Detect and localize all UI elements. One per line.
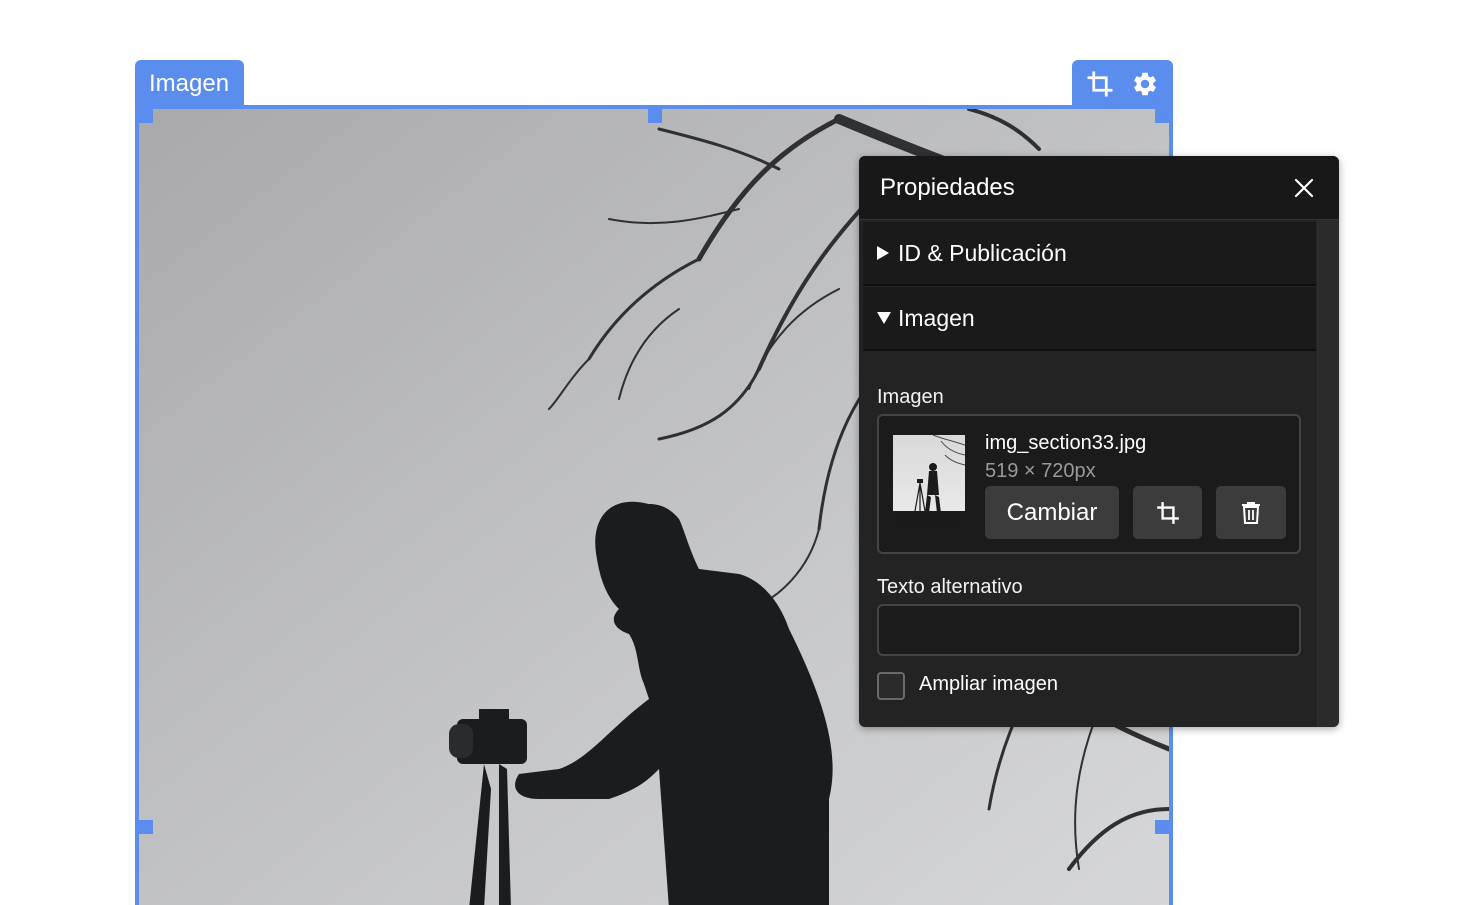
- delete-image-button[interactable]: [1216, 486, 1286, 539]
- block-settings-button[interactable]: [1127, 66, 1163, 102]
- panel-scrollbar[interactable]: [1317, 220, 1339, 727]
- crop-icon: [1087, 71, 1113, 97]
- caret-right-icon: [876, 245, 898, 261]
- image-file-box: img_section33.jpg 519 × 720px Cambiar: [877, 414, 1301, 554]
- block-crop-button[interactable]: [1082, 66, 1118, 102]
- trash-icon: [1242, 501, 1260, 524]
- change-image-label: Cambiar: [1006, 498, 1098, 526]
- section-imagen[interactable]: Imagen: [863, 287, 1316, 351]
- section-label: Imagen: [898, 304, 975, 331]
- change-image-button[interactable]: Cambiar: [985, 486, 1119, 539]
- caret-down-icon: [876, 311, 898, 325]
- close-button[interactable]: [1289, 173, 1319, 203]
- resize-handle-bottom-left[interactable]: [139, 820, 153, 834]
- alt-text-label: Texto alternativo: [877, 576, 1023, 598]
- panel-header: Propiedades: [859, 156, 1339, 220]
- image-field-label: Imagen: [877, 386, 944, 408]
- properties-panel: Propiedades ID & Publicación Imagen Imag…: [859, 156, 1339, 727]
- image-file-name: img_section33.jpg: [985, 432, 1147, 454]
- crop-icon: [1156, 501, 1179, 524]
- block-toolbar: [1072, 60, 1173, 108]
- block-label: Imagen: [149, 70, 230, 97]
- resize-handle-bottom-right[interactable]: [1155, 820, 1169, 834]
- enlarge-image-checkbox[interactable]: [877, 672, 905, 700]
- image-thumbnail[interactable]: [893, 435, 965, 533]
- resize-handle-top-right[interactable]: [1155, 109, 1169, 123]
- gear-icon: [1133, 72, 1156, 96]
- panel-title: Propiedades: [880, 173, 1015, 201]
- section-label: ID & Publicación: [898, 239, 1067, 266]
- close-icon: [1294, 178, 1314, 197]
- section-id-publicacion[interactable]: ID & Publicación: [863, 222, 1316, 286]
- image-dimensions: 519 × 720px: [985, 460, 1096, 482]
- alt-text-input[interactable]: [877, 604, 1301, 656]
- enlarge-image-label[interactable]: Ampliar imagen: [919, 673, 1058, 696]
- resize-handle-top-left[interactable]: [139, 109, 153, 123]
- crop-image-button[interactable]: [1133, 486, 1202, 539]
- resize-handle-top-center[interactable]: [648, 109, 662, 123]
- block-label-tab[interactable]: Imagen: [135, 60, 244, 108]
